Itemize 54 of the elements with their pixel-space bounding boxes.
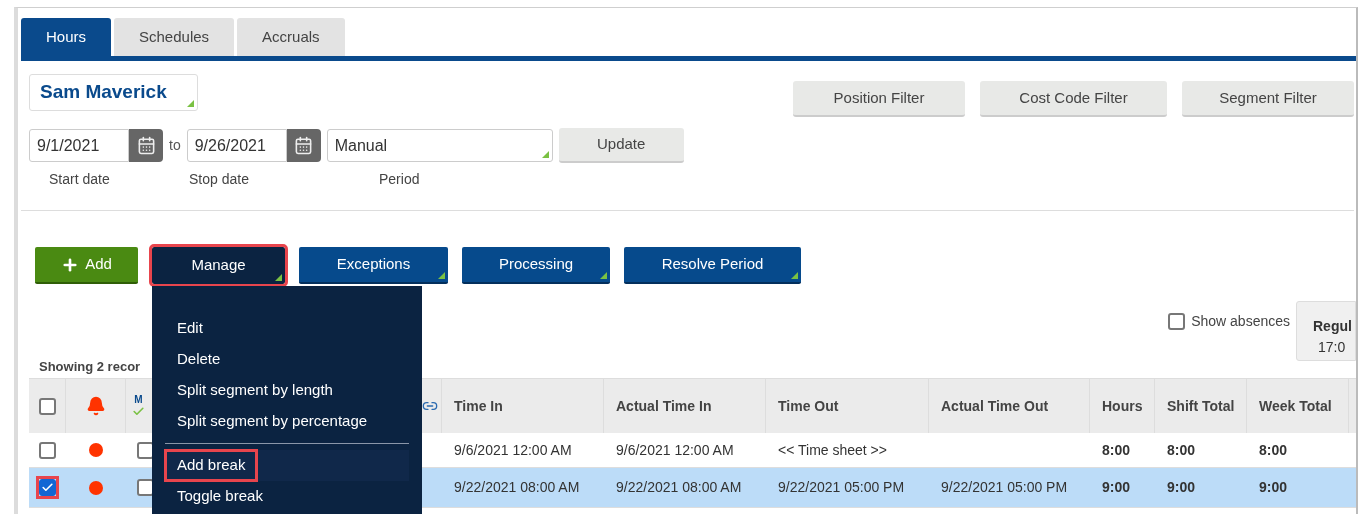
- record-count: Showing 2 recor: [39, 358, 141, 374]
- menu-button[interactable]: Processing: [462, 247, 610, 284]
- filter-button[interactable]: Segment Filter: [1182, 81, 1354, 117]
- table-cell: 8:00: [1167, 441, 1196, 458]
- add-button[interactable]: Add: [35, 247, 138, 284]
- menu-item[interactable]: Delete: [177, 344, 397, 375]
- tab[interactable]: Schedules: [114, 18, 235, 56]
- checkbox-label: Show absences: [1191, 312, 1290, 331]
- dropdown-corner-icon: [541, 151, 549, 158]
- menu-button[interactable]: Exceptions: [299, 247, 448, 284]
- menu-button[interactable]: Resolve Period: [624, 247, 801, 284]
- start-date-field[interactable]: 9/1/2021: [29, 129, 129, 162]
- table-cell: 9/22/2021 08:00 AM: [616, 479, 742, 495]
- table-cell: << Time sheet >>: [778, 441, 887, 458]
- table-cell: 9/6/2021 12:00 AM: [454, 441, 572, 458]
- checkbox[interactable]: [1168, 313, 1186, 330]
- check-icon: [41, 481, 54, 494]
- tab[interactable]: Accruals: [237, 18, 345, 56]
- menu-item[interactable]: Add break: [165, 450, 409, 481]
- filter-button[interactable]: Cost Code Filter: [980, 81, 1167, 117]
- table-cell: 9/22/2021 05:00 PM: [941, 479, 1068, 495]
- update-button[interactable]: Update: [558, 128, 684, 163]
- period-select[interactable]: Manual: [326, 129, 553, 162]
- stop-date-field[interactable]: 9/26/2021: [186, 129, 287, 162]
- table-cell: 9:00: [1167, 479, 1196, 495]
- table-cell: 8:00: [1259, 441, 1288, 458]
- select-all-checkbox[interactable]: [38, 397, 56, 415]
- menu-item[interactable]: Split segment by length: [177, 375, 397, 406]
- row-checkbox[interactable]: [39, 479, 56, 496]
- menu-button[interactable]: Manage: [152, 247, 285, 284]
- tab[interactable]: Hours: [21, 18, 111, 56]
- field-label: Start date: [49, 170, 111, 189]
- bell-icon: [85, 396, 106, 416]
- filter-button[interactable]: Position Filter: [793, 81, 965, 117]
- table-cell: 9/22/2021 05:00 PM: [778, 479, 905, 495]
- calendar-icon: [136, 136, 156, 155]
- dropdown-corner-icon: [187, 100, 194, 107]
- table-cell: 9:00: [1102, 479, 1131, 495]
- field-label: Stop date: [189, 170, 250, 189]
- table-cell: 9/22/2021 08:00 AM: [454, 479, 580, 495]
- summary-card: Regul 17:0: [1296, 301, 1356, 361]
- range-separator: to: [169, 136, 181, 155]
- approval-label: M: [134, 394, 143, 405]
- calendar-button[interactable]: [129, 129, 163, 162]
- calendar-icon: [294, 136, 314, 155]
- calendar-button[interactable]: [286, 129, 321, 162]
- employee-selector[interactable]: Sam Maverick: [29, 74, 198, 111]
- row-checkbox[interactable]: [39, 441, 56, 459]
- table-cell: 9/6/2021 12:00 AM: [616, 441, 734, 458]
- table-cell: 9:00: [1259, 479, 1288, 495]
- check-icon: [132, 404, 145, 418]
- field-label: Period: [379, 170, 420, 189]
- menu-item[interactable]: Edit: [177, 313, 397, 344]
- table-cell: 8:00: [1102, 441, 1131, 458]
